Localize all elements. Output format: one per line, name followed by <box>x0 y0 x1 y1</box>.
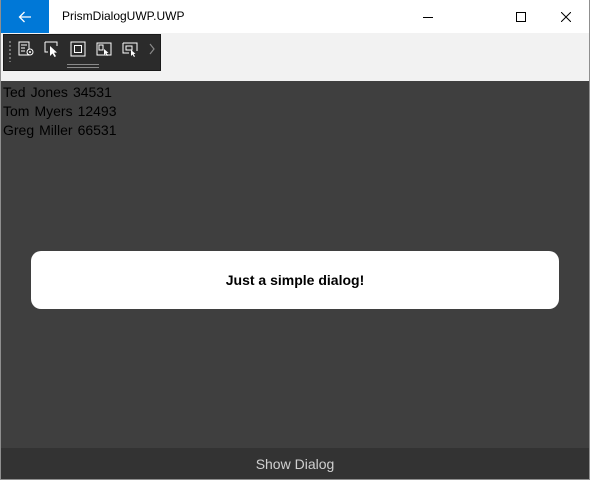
last-name: Jones <box>30 84 68 100</box>
last-name: Miller <box>39 122 73 138</box>
list-item: Ted Jones 34531 <box>3 83 122 102</box>
person-list: Ted Jones 34531 Tom Myers 12493 Greg Miller 66… <box>3 83 122 140</box>
last-name: Myers <box>34 103 73 119</box>
app-toolbar-icon[interactable] <box>15 38 37 60</box>
person-number: 34531 <box>72 84 112 100</box>
toolbar-grip[interactable] <box>8 40 12 62</box>
close-icon <box>561 11 571 22</box>
dialog-message: Just a simple dialog! <box>225 272 365 288</box>
first-name: Tom <box>3 103 30 119</box>
minimize-icon <box>423 16 433 18</box>
display-layout-adorners-icon[interactable] <box>67 38 89 60</box>
first-name: Greg <box>3 122 35 138</box>
minimize-button[interactable] <box>405 0 451 33</box>
track-focused-element-icon[interactable] <box>93 38 115 60</box>
title-bar[interactable]: PrismDialogUWP.UWP <box>1 0 589 33</box>
list-item: Greg Miller 66531 <box>3 121 122 140</box>
back-button[interactable] <box>1 0 49 33</box>
select-element-icon[interactable] <box>41 38 63 60</box>
chevron-right-icon[interactable] <box>145 38 159 60</box>
show-dialog-button[interactable]: Show Dialog <box>1 448 589 479</box>
window-title: PrismDialogUWP.UWP <box>62 9 185 23</box>
list-item: Tom Myers 12493 <box>3 102 122 121</box>
display-layout-selection-icon[interactable] <box>119 38 141 60</box>
in-app-debug-toolbar[interactable] <box>3 34 161 71</box>
maximize-button[interactable] <box>498 0 544 33</box>
person-number: 12493 <box>77 103 117 119</box>
person-number: 66531 <box>77 122 117 138</box>
maximize-icon <box>516 11 526 22</box>
app-window: PrismDialogUWP.UWP Ted Jones 34531 Tom M… <box>0 0 590 480</box>
close-button[interactable] <box>543 0 589 33</box>
first-name: Ted <box>3 84 26 100</box>
main-content: Ted Jones 34531 Tom Myers 12493 Greg Miller 66… <box>1 81 589 448</box>
toolbar-collapse-handle[interactable] <box>67 64 99 68</box>
arrow-left-icon <box>18 11 31 22</box>
simple-dialog: Just a simple dialog! <box>31 251 559 309</box>
